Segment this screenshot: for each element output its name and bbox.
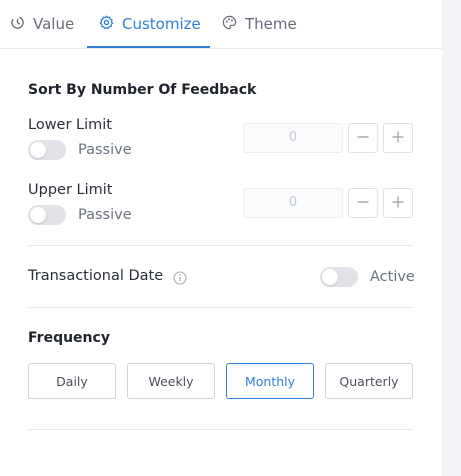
divider bbox=[28, 245, 413, 246]
transactional-date-toggle[interactable] bbox=[320, 267, 358, 287]
upper-limit-increment-button[interactable] bbox=[383, 188, 413, 218]
frequency-title: Frequency bbox=[28, 330, 110, 346]
info-icon[interactable] bbox=[173, 270, 187, 285]
tab-value-label: Value bbox=[33, 15, 75, 33]
lower-limit-increment-button[interactable] bbox=[383, 123, 413, 153]
side-background bbox=[442, 0, 461, 476]
transactional-date-toggle-label: Active bbox=[370, 269, 415, 285]
frequency-monthly-button[interactable]: Monthly bbox=[226, 363, 314, 399]
lower-limit-label: Lower Limit bbox=[28, 117, 112, 133]
upper-limit-toggle[interactable] bbox=[28, 205, 66, 225]
transactional-date-label: Transactional Date bbox=[28, 268, 164, 284]
plus-icon bbox=[391, 129, 405, 148]
lower-limit-input[interactable]: 0 bbox=[243, 123, 343, 153]
sort-section-title: Sort By Number Of Feedback bbox=[28, 82, 257, 98]
frequency-daily-button[interactable]: Daily bbox=[28, 363, 116, 399]
plus-icon bbox=[391, 194, 405, 213]
tab-value[interactable]: Value bbox=[10, 0, 74, 48]
frequency-weekly-button[interactable]: Weekly bbox=[127, 363, 215, 399]
divider bbox=[28, 429, 413, 430]
divider bbox=[28, 307, 413, 308]
lower-limit-decrement-button[interactable] bbox=[348, 123, 378, 153]
tab-customize[interactable]: Customize bbox=[99, 0, 201, 48]
active-tab-indicator bbox=[87, 46, 210, 48]
tab-theme[interactable]: Theme bbox=[222, 0, 297, 48]
upper-limit-toggle-label: Passive bbox=[78, 207, 132, 223]
minus-icon bbox=[356, 129, 370, 148]
toggle-knob bbox=[30, 142, 46, 158]
toggle-knob bbox=[30, 207, 46, 223]
frequency-quarterly-button[interactable]: Quarterly bbox=[325, 363, 413, 399]
palette-icon bbox=[222, 15, 245, 34]
toggle-knob bbox=[322, 269, 338, 285]
tab-theme-label: Theme bbox=[245, 15, 297, 33]
tab-customize-label: Customize bbox=[122, 15, 201, 33]
tab-bar: Value Customize Theme bbox=[0, 0, 442, 49]
lower-limit-toggle[interactable] bbox=[28, 140, 66, 160]
upper-limit-label: Upper Limit bbox=[28, 182, 113, 198]
customize-panel: Value Customize Theme Sort By Number Of … bbox=[0, 0, 442, 476]
history-icon bbox=[10, 15, 33, 34]
gear-icon bbox=[99, 15, 122, 34]
upper-limit-input[interactable]: 0 bbox=[243, 188, 343, 218]
lower-limit-toggle-label: Passive bbox=[78, 142, 132, 158]
upper-limit-decrement-button[interactable] bbox=[348, 188, 378, 218]
minus-icon bbox=[356, 194, 370, 213]
